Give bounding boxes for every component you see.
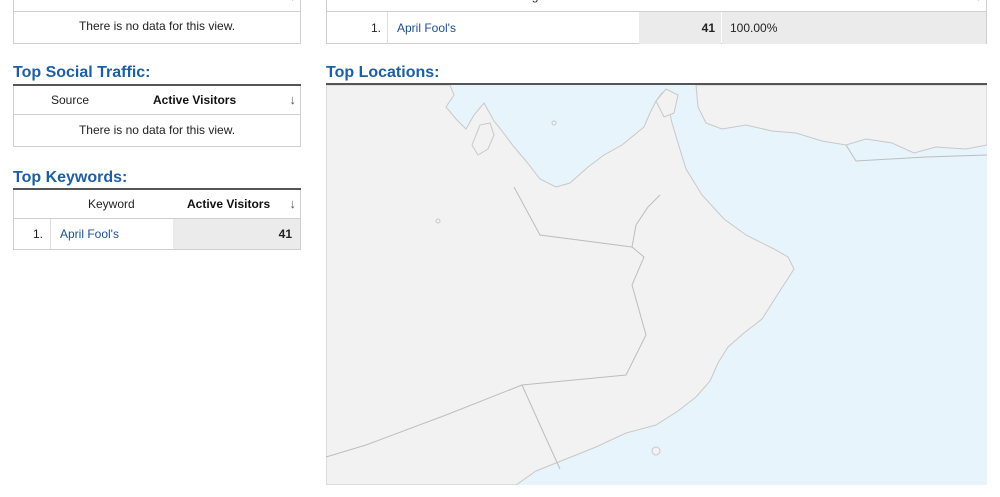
column-header-active-page[interactable]: Active Page bbox=[481, 0, 545, 11]
region-map bbox=[326, 85, 987, 485]
column-header-source[interactable]: Source bbox=[52, 0, 90, 11]
table-row: 1. April Fool's 41 bbox=[14, 219, 300, 249]
percent-cell: 100.00% bbox=[722, 12, 986, 44]
empty-message: There is no data for this view. bbox=[78, 123, 236, 137]
table-header: Active Page Active Visitors ↓ bbox=[327, 0, 986, 12]
island bbox=[551, 120, 557, 126]
island bbox=[651, 446, 661, 456]
table-row: 1. April Fool's 41 100.00% bbox=[327, 12, 986, 44]
table-header: Source Active Visitors ↓ bbox=[14, 86, 300, 115]
sort-arrow-down-icon[interactable]: ↓ bbox=[976, 0, 983, 3]
sort-arrow-down-icon[interactable]: ↓ bbox=[290, 92, 297, 107]
percent-value: 100.00% bbox=[730, 21, 778, 35]
row-rank: 1. bbox=[33, 227, 44, 241]
top-referrals-table: Source Active Visitors ↓ There is no dat… bbox=[13, 0, 301, 44]
top-social-title: Top Social Traffic: bbox=[13, 64, 151, 81]
row-divider bbox=[387, 12, 388, 44]
land-arabia bbox=[326, 85, 795, 485]
keyword-link[interactable]: April Fool's bbox=[60, 219, 119, 249]
table-header: Keyword Active Visitors ↓ bbox=[14, 190, 300, 219]
sort-arrow-down-icon[interactable]: ↓ bbox=[290, 0, 297, 3]
row-rank: 1. bbox=[371, 21, 382, 35]
top-locations-title: Top Locations: bbox=[326, 64, 440, 81]
page-link[interactable]: April Fool's bbox=[397, 12, 456, 44]
column-header-active-visitors[interactable]: Active Visitors bbox=[153, 86, 236, 114]
land-iran bbox=[695, 85, 987, 154]
visitors-cell: 41 bbox=[173, 219, 300, 249]
column-header-active-visitors[interactable]: Active Visitors bbox=[187, 190, 270, 218]
column-header-active-visitors[interactable]: Active Visitors bbox=[154, 0, 237, 11]
top-pages-table: Active Page Active Visitors ↓ 1. April F… bbox=[326, 0, 987, 44]
top-keywords-title: Top Keywords: bbox=[13, 169, 128, 186]
visitors-value: 41 bbox=[701, 21, 715, 35]
visitors-value: 41 bbox=[278, 227, 292, 241]
top-social-table: Source Active Visitors ↓ There is no dat… bbox=[13, 86, 301, 147]
island bbox=[435, 218, 441, 224]
table-header: Source Active Visitors ↓ bbox=[14, 0, 300, 12]
column-header-keyword[interactable]: Keyword bbox=[88, 190, 135, 218]
column-header-source[interactable]: Source bbox=[51, 86, 89, 114]
column-header-active-visitors[interactable]: Active Visitors bbox=[763, 0, 846, 11]
location-map[interactable] bbox=[326, 85, 987, 485]
visitors-cell: 41 bbox=[639, 12, 721, 44]
empty-message: There is no data for this view. bbox=[78, 19, 236, 33]
top-keywords-table: Keyword Active Visitors ↓ 1. April Fool'… bbox=[13, 190, 301, 250]
row-divider bbox=[50, 219, 51, 249]
sort-arrow-down-icon[interactable]: ↓ bbox=[290, 196, 297, 211]
